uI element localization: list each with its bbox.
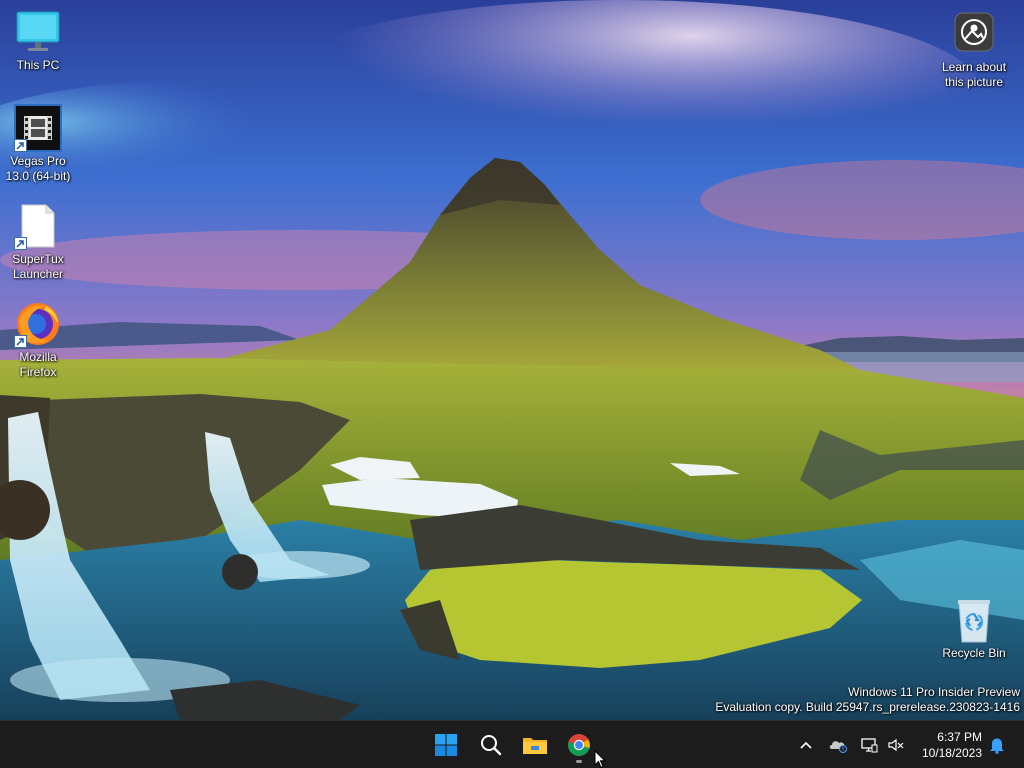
desktop-icon-recycle-bin[interactable]: Recycle Bin: [936, 596, 1012, 661]
running-indicator: [576, 760, 582, 763]
taskbar: 6:37 PM 10/18/2023: [0, 720, 1024, 768]
onedrive-tray-button[interactable]: [826, 733, 850, 757]
clock-time: 6:37 PM: [937, 730, 982, 744]
recycle-bin-icon: [950, 596, 998, 644]
wallpaper: [0, 0, 1024, 720]
watermark-line-2: Evaluation copy. Build 25947.rs_prerelea…: [715, 700, 1020, 714]
watermark-line-1: Windows 11 Pro Insider Preview: [848, 685, 1020, 699]
onedrive-icon: [829, 741, 847, 753]
notification-center-button[interactable]: [985, 733, 1009, 757]
desktop-icon-label: Vegas Pro 13.0 (64-bit): [5, 154, 71, 183]
notification-bell-icon: [990, 738, 1004, 754]
volume-tray-button[interactable]: [884, 733, 908, 757]
blank-file-icon: [14, 202, 62, 250]
firefox-icon: [14, 300, 62, 348]
shortcut-arrow-icon: [14, 335, 27, 348]
film-icon: [14, 104, 62, 152]
desktop-icon-this-pc[interactable]: This PC: [0, 8, 76, 73]
network-icon: [861, 738, 878, 753]
clock-date: 10/18/2023: [921, 746, 982, 760]
shortcut-arrow-icon: [14, 139, 27, 152]
chevron-up-icon: [800, 741, 812, 749]
desktop-icon-firefox[interactable]: Mozilla Firefox: [0, 300, 76, 380]
clock[interactable]: 6:37 PM 10/18/2023: [922, 729, 982, 761]
desktop-icon-label: SuperTux Launcher: [12, 252, 64, 281]
monitor-icon: [14, 8, 62, 56]
desktop-icon-learn-about-picture[interactable]: Learn about this picture: [936, 10, 1012, 90]
folder-icon: [523, 738, 547, 754]
volume-muted-icon: [888, 738, 904, 752]
search-button[interactable]: [471, 725, 511, 765]
mouse-cursor-icon: [594, 750, 606, 768]
show-hidden-icons-button[interactable]: [794, 733, 818, 757]
network-tray-button[interactable]: [857, 733, 881, 757]
file-explorer-button[interactable]: [515, 725, 555, 765]
chrome-icon: [568, 734, 590, 756]
start-button[interactable]: [426, 725, 466, 765]
evaluation-watermark: Windows 11 Pro Insider Preview Evaluatio…: [715, 685, 1020, 715]
desktop[interactable]: This PC Vegas Pro 13.0 (64-bit) SuperTux…: [0, 0, 1024, 720]
camera-icon: [950, 10, 998, 58]
windows-start-icon: [435, 734, 457, 756]
desktop-icon-label: Recycle Bin: [942, 646, 1006, 660]
desktop-icon-label: This PC: [16, 58, 60, 72]
shortcut-arrow-icon: [14, 237, 27, 250]
desktop-icon-vegas-pro[interactable]: Vegas Pro 13.0 (64-bit): [0, 104, 76, 184]
desktop-icon-label: Mozilla Firefox: [19, 350, 57, 379]
desktop-icon-label: Learn about this picture: [941, 60, 1007, 89]
search-icon: [481, 735, 502, 756]
desktop-icon-supertux[interactable]: SuperTux Launcher: [0, 202, 76, 282]
chrome-button[interactable]: [559, 725, 599, 765]
